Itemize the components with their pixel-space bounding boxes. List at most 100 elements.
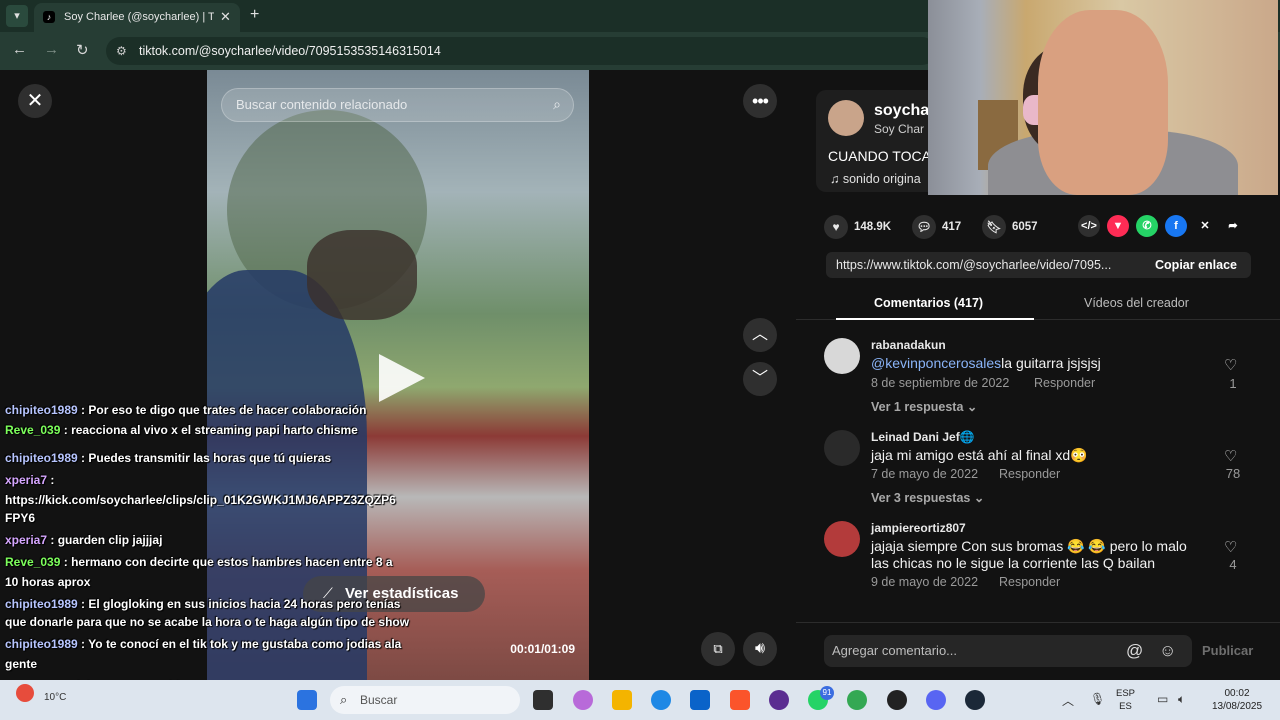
clock-time: 00:02 — [1224, 688, 1250, 699]
like-button[interactable]: ♥ 148.9K — [824, 215, 891, 239]
embed-icon[interactable]: </> — [1078, 215, 1100, 237]
play-icon[interactable] — [379, 354, 425, 402]
weather-temp: 10°C — [44, 692, 67, 703]
comment-text: @kevinponcerosalesla guitarra jsjsjsj — [871, 355, 1201, 372]
copy-link-button[interactable]: Copiar enlace — [1155, 258, 1237, 272]
comment-text: jaja mi amigo está ahí al final xd😳 — [871, 447, 1088, 463]
edge-icon[interactable] — [651, 690, 671, 710]
chrome-icon[interactable] — [847, 690, 867, 710]
search-icon[interactable]: ⌕ — [553, 96, 561, 113]
whatsapp-badge: 91 — [820, 686, 834, 700]
discord-icon[interactable] — [926, 690, 946, 710]
taskbar-clock[interactable]: 00:02 13/08/2025 — [1206, 687, 1268, 713]
tab-close-icon[interactable]: ✕ — [220, 9, 231, 25]
chat-message: chipiteo1989 : Puedes transmitir las hor… — [5, 448, 415, 468]
chat-text: : guarden clip jajjjaj — [50, 533, 163, 547]
emoji-icon[interactable]: ☺ — [1159, 641, 1176, 661]
author-name[interactable]: soycha — [874, 102, 929, 120]
comment-button[interactable]: 💬︎ 417 — [912, 215, 961, 239]
chat-message: Reve_039 : hermano con decirte que estos… — [5, 552, 415, 572]
commenter-avatar[interactable] — [824, 430, 860, 466]
action-bar: ♥ 148.9K 💬︎ 417 🔖︎ 6057 </> ▼ ✆ f ✕ ➦ — [824, 212, 1254, 242]
chat-text: https://kick.com/soycharlee/clips/clip_0… — [5, 493, 396, 507]
speaker-icon[interactable]: 🔈︎ — [1178, 692, 1185, 707]
url-text: tiktok.com/@soycharlee/video/70951535351… — [139, 44, 441, 58]
reply-button[interactable]: Responder — [999, 467, 1060, 481]
back-arrow-icon[interactable]: ← — [12, 41, 27, 58]
forward-arrow-icon[interactable]: → — [44, 41, 59, 58]
new-tab-button[interactable]: + — [250, 6, 259, 24]
store-icon[interactable] — [690, 690, 710, 710]
chat-message: Reve_039 : reacciona al vivo x el stream… — [5, 420, 415, 440]
chat-username: xperia7 — [5, 533, 48, 547]
chat-username: xperia7 — [5, 473, 48, 487]
comment-heart-icon[interactable]: ♡ — [1224, 356, 1237, 374]
chat-message: 10 horas aprox — [5, 572, 415, 592]
whatsapp-icon[interactable]: ✆ — [1136, 215, 1158, 237]
author-avatar[interactable] — [828, 100, 864, 136]
file-explorer-icon[interactable] — [612, 690, 632, 710]
copilot-icon[interactable] — [573, 690, 593, 710]
chat-username: chipiteo1989 — [5, 637, 78, 651]
comment-count: 417 — [942, 221, 962, 234]
tab-search-button[interactable]: ▾ — [6, 5, 28, 27]
reply-button[interactable]: Responder — [999, 575, 1060, 589]
comment-text: jajaja siempre Con sus bromas 😂 😂 pero l… — [871, 538, 1187, 571]
chat-text: que donarle para que no se acabe la hora… — [5, 615, 410, 629]
facebook-icon[interactable]: f — [1165, 215, 1187, 237]
video-link-field[interactable]: https://www.tiktok.com/@soycharlee/video… — [826, 252, 1251, 278]
network-icon[interactable]: ▭ — [1157, 692, 1168, 706]
commenter-avatar[interactable] — [824, 521, 860, 557]
weather-icon[interactable] — [16, 684, 34, 702]
site-info-icon[interactable]: ⚙ — [116, 44, 127, 58]
comment-heart-icon[interactable]: ♡ — [1224, 538, 1237, 556]
share-arrow-icon[interactable]: ➦ — [1222, 215, 1244, 237]
commenter-name[interactable]: rabanadakun — [871, 338, 946, 352]
app-icon[interactable] — [769, 690, 789, 710]
publish-button[interactable]: Publicar — [1202, 643, 1253, 658]
commenter-avatar[interactable] — [824, 338, 860, 374]
commenter-name[interactable]: Leinad Dani Jef🌐 — [871, 430, 975, 444]
comment-mention[interactable]: @kevinponcerosales — [871, 355, 1001, 371]
browser-tab[interactable]: ♪ Soy Charlee (@soycharlee) | TikTok ✕ — [34, 3, 240, 32]
chat-message: xperia7 : — [5, 470, 415, 490]
more-options-icon[interactable]: ••• — [743, 84, 777, 118]
commenter-name[interactable]: jampiereortiz807 — [871, 521, 966, 535]
obs-icon[interactable] — [887, 690, 907, 710]
chat-username: Reve_039 — [5, 423, 61, 437]
sound-row[interactable]: ♫ sonido origina — [830, 172, 921, 186]
save-button[interactable]: 🔖︎ 6057 — [982, 215, 1038, 239]
input-language[interactable]: ESP ES — [1116, 687, 1135, 713]
volume-icon[interactable]: 🔊︎ — [743, 632, 777, 666]
taskbar-search[interactable]: ⌕ Buscar — [330, 686, 520, 714]
music-note-icon: ♫ — [830, 172, 843, 186]
close-icon[interactable]: ✕ — [18, 84, 52, 118]
send-to-friends-icon[interactable]: ▼ — [1107, 215, 1129, 237]
floating-player-icon[interactable]: ⧉ — [701, 632, 735, 666]
comment-icon: 💬︎ — [912, 215, 936, 239]
view-replies-button[interactable]: Ver 3 respuestas ⌄ — [871, 490, 984, 505]
view-replies-button[interactable]: Ver 1 respuesta ⌄ — [871, 399, 977, 414]
related-search-input[interactable]: Buscar contenido relacionado ⌕ — [221, 88, 574, 122]
next-video-icon[interactable]: ﹀ — [743, 362, 777, 396]
clock-date: 13/08/2025 — [1211, 701, 1263, 712]
video-link: https://www.tiktok.com/@soycharlee/video… — [836, 258, 1112, 272]
steam-icon[interactable] — [965, 690, 985, 710]
tab-comments[interactable]: Comentarios (417) — [874, 296, 983, 310]
author-nickname: Soy Char — [874, 122, 925, 136]
microphone-icon[interactable]: 🎙︎ — [1090, 692, 1105, 706]
reload-icon[interactable]: ↻ — [76, 41, 89, 59]
comment-input[interactable]: Agregar comentario... @ ☺ — [824, 635, 1192, 667]
previous-video-icon[interactable]: ︿ — [743, 318, 777, 352]
task-view-icon[interactable] — [533, 690, 553, 710]
x-twitter-icon[interactable]: ✕ — [1194, 215, 1216, 237]
url-field[interactable]: ⚙ tiktok.com/@soycharlee/video/709515353… — [106, 37, 936, 65]
windows-start-icon[interactable] — [297, 690, 317, 710]
comment-heart-icon[interactable]: ♡ — [1224, 447, 1237, 465]
tray-chevron-icon[interactable]: ︿ — [1062, 692, 1074, 709]
mention-at-icon[interactable]: @ — [1126, 641, 1143, 661]
tab-creator-videos[interactable]: Vídeos del creador — [1084, 296, 1189, 310]
reply-button[interactable]: Responder — [1034, 376, 1095, 390]
brave-icon[interactable] — [730, 690, 750, 710]
chat-text: 10 horas aprox — [5, 575, 91, 589]
